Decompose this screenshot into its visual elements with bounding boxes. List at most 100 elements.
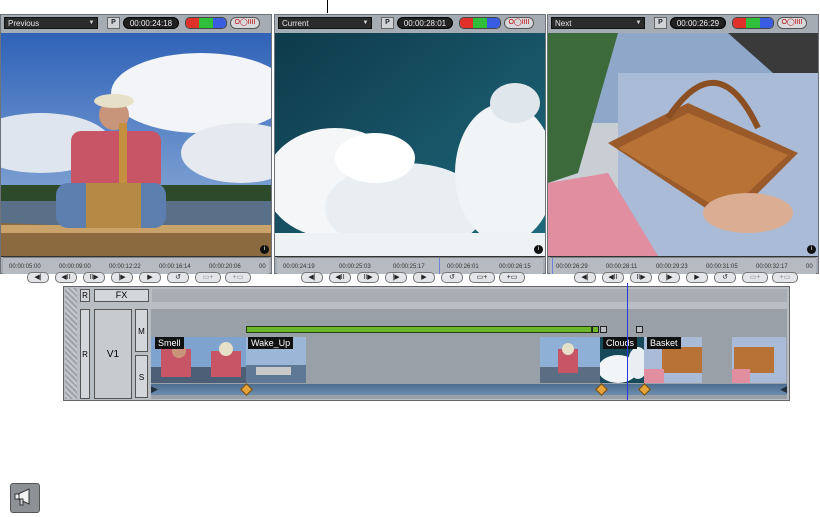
strip-start-arrow-icon: ▶ (151, 384, 158, 394)
timeline-panel: R FX R V1 M S Smell Wake_Up Clouds Baske… (63, 283, 790, 401)
mark-in-button[interactable]: ▭+ (742, 272, 768, 283)
transition-end-handle[interactable] (636, 326, 643, 333)
clip-label: Wake_Up (248, 337, 294, 349)
mark-out-button[interactable]: +▭ (499, 272, 525, 283)
blue-channel[interactable] (759, 18, 773, 28)
ruler-tick: 00:00:20:06 (209, 264, 241, 270)
position-indicator[interactable] (552, 258, 553, 274)
info-icon[interactable]: i (807, 245, 816, 254)
clip-selector-label: Next (555, 19, 572, 28)
ruler-tick: 00:00:32:17 (756, 264, 788, 270)
transition-handle[interactable] (592, 326, 599, 333)
track-name-v1[interactable]: V1 (94, 309, 132, 399)
panel-grip-handle[interactable] (65, 288, 77, 399)
go-to-in-button[interactable]: ◀| (574, 272, 596, 283)
fx-track-lane[interactable] (152, 289, 787, 302)
fx-record-button[interactable]: R (80, 289, 90, 302)
megaphone-icon[interactable] (10, 483, 40, 513)
video-frame-next[interactable]: i (548, 33, 818, 257)
loop-button[interactable]: ↺ (441, 272, 463, 283)
picnic-basket-image (548, 33, 818, 256)
rgb-channel-selector[interactable] (459, 17, 501, 29)
mute-button[interactable]: M (135, 309, 148, 352)
viewer-header: Current ▼ P 00:00:28:01 O◯IIII (275, 15, 545, 33)
blue-channel[interactable] (212, 18, 226, 28)
monitor-mode-button[interactable]: O◯IIII (504, 17, 534, 29)
next-frame-button[interactable]: II▶ (630, 272, 652, 283)
playhead[interactable] (627, 283, 628, 400)
go-to-in-button[interactable]: ◀| (301, 272, 323, 283)
p-button[interactable]: P (654, 17, 667, 29)
transition-handle[interactable] (600, 326, 607, 333)
clip-label: Basket (647, 337, 681, 349)
play-button[interactable]: ▶ (686, 272, 708, 283)
play-button[interactable]: ▶ (139, 272, 161, 283)
dropdown-arrow-icon[interactable]: ▼ (87, 19, 96, 28)
ruler-tick: 00:00:12:22 (109, 264, 141, 270)
ruler-tick: 00:00:09:00 (59, 264, 91, 270)
go-to-in-button[interactable]: ◀| (27, 272, 49, 283)
viewer-current: Current ▼ P 00:00:28:01 O◯IIII i 00:00:24… (274, 14, 546, 283)
megaphone-glyph (14, 488, 30, 506)
previous-frame-button[interactable]: ◀II (329, 272, 351, 283)
clip-selector-previous[interactable]: Previous ▼ (4, 17, 98, 29)
video-track-v1[interactable]: Smell Wake_Up Clouds Basket ▶ ◀ (151, 309, 787, 399)
clip-wake-up-end[interactable] (540, 337, 600, 383)
strip-end-arrow-icon: ◀ (780, 384, 787, 394)
previous-frame-button[interactable]: ◀II (55, 272, 77, 283)
go-to-out-button[interactable]: |▶ (658, 272, 680, 283)
timecode-display[interactable]: 00:00:26:29 (670, 17, 726, 29)
next-frame-button[interactable]: II▶ (83, 272, 105, 283)
timecode-display[interactable]: 00:00:24:18 (123, 17, 179, 29)
track-record-button[interactable]: R (80, 309, 90, 399)
viewer-header: Previous ▼ P 00:00:24:18 O◯IIII (1, 15, 271, 33)
green-channel[interactable] (473, 18, 487, 28)
dropdown-arrow-icon[interactable]: ▼ (361, 19, 370, 28)
monitor-mode-button[interactable]: O◯IIII (230, 17, 260, 29)
mark-out-button[interactable]: +▭ (225, 272, 251, 283)
p-button[interactable]: P (107, 17, 120, 29)
clip-selector-current[interactable]: Current ▼ (278, 17, 372, 29)
ruler-tick: 00:00:05:00 (9, 264, 41, 270)
green-channel[interactable] (746, 18, 760, 28)
previous-frame-button[interactable]: ◀II (602, 272, 624, 283)
red-channel[interactable] (460, 18, 474, 28)
dropdown-arrow-icon[interactable]: ▼ (634, 19, 643, 28)
viewer-previous: Previous ▼ P 00:00:24:18 O◯IIII i 00:00:0… (0, 14, 272, 283)
red-channel[interactable] (186, 18, 200, 28)
play-button[interactable]: ▶ (413, 272, 435, 283)
info-icon[interactable]: i (534, 245, 543, 254)
info-icon[interactable]: i (260, 245, 269, 254)
loop-button[interactable]: ↺ (167, 272, 189, 283)
video-frame-current[interactable]: i (275, 33, 545, 257)
go-to-out-button[interactable]: |▶ (385, 272, 407, 283)
video-frame-previous[interactable]: i (1, 33, 271, 257)
mark-in-button[interactable]: ▭+ (469, 272, 495, 283)
blue-channel[interactable] (486, 18, 500, 28)
clip-selector-label: Current (282, 19, 309, 28)
next-frame-button[interactable]: II▶ (357, 272, 379, 283)
wake-up-end-thumbnail (540, 337, 600, 383)
p-button[interactable]: P (381, 17, 394, 29)
position-indicator[interactable] (439, 258, 440, 274)
ruler-tick: 00:00:25:17 (393, 264, 425, 270)
clip-selector-next[interactable]: Next ▼ (551, 17, 645, 29)
mark-in-button[interactable]: ▭+ (195, 272, 221, 283)
ruler-tick: 00:00:31:05 (706, 264, 738, 270)
clip-label: Clouds (603, 337, 638, 349)
ruler-tick: 00:00:26:01 (447, 264, 479, 270)
green-channel[interactable] (199, 18, 213, 28)
ruler-tick: 00:00:26:15 (499, 264, 531, 270)
rgb-channel-selector[interactable] (185, 17, 227, 29)
red-channel[interactable] (733, 18, 747, 28)
rgb-channel-selector[interactable] (732, 17, 774, 29)
monitor-mode-button[interactable]: O◯IIII (777, 17, 807, 29)
go-to-out-button[interactable]: |▶ (111, 272, 133, 283)
fx-track-label[interactable]: FX (94, 289, 149, 302)
mark-out-button[interactable]: +▭ (772, 272, 798, 283)
timecode-display[interactable]: 00:00:28:01 (397, 17, 453, 29)
ruler-tick: 00:00:24:19 (283, 264, 315, 270)
solo-button[interactable]: S (135, 355, 148, 398)
loop-button[interactable]: ↺ (714, 272, 736, 283)
transition-bar[interactable] (246, 326, 592, 333)
